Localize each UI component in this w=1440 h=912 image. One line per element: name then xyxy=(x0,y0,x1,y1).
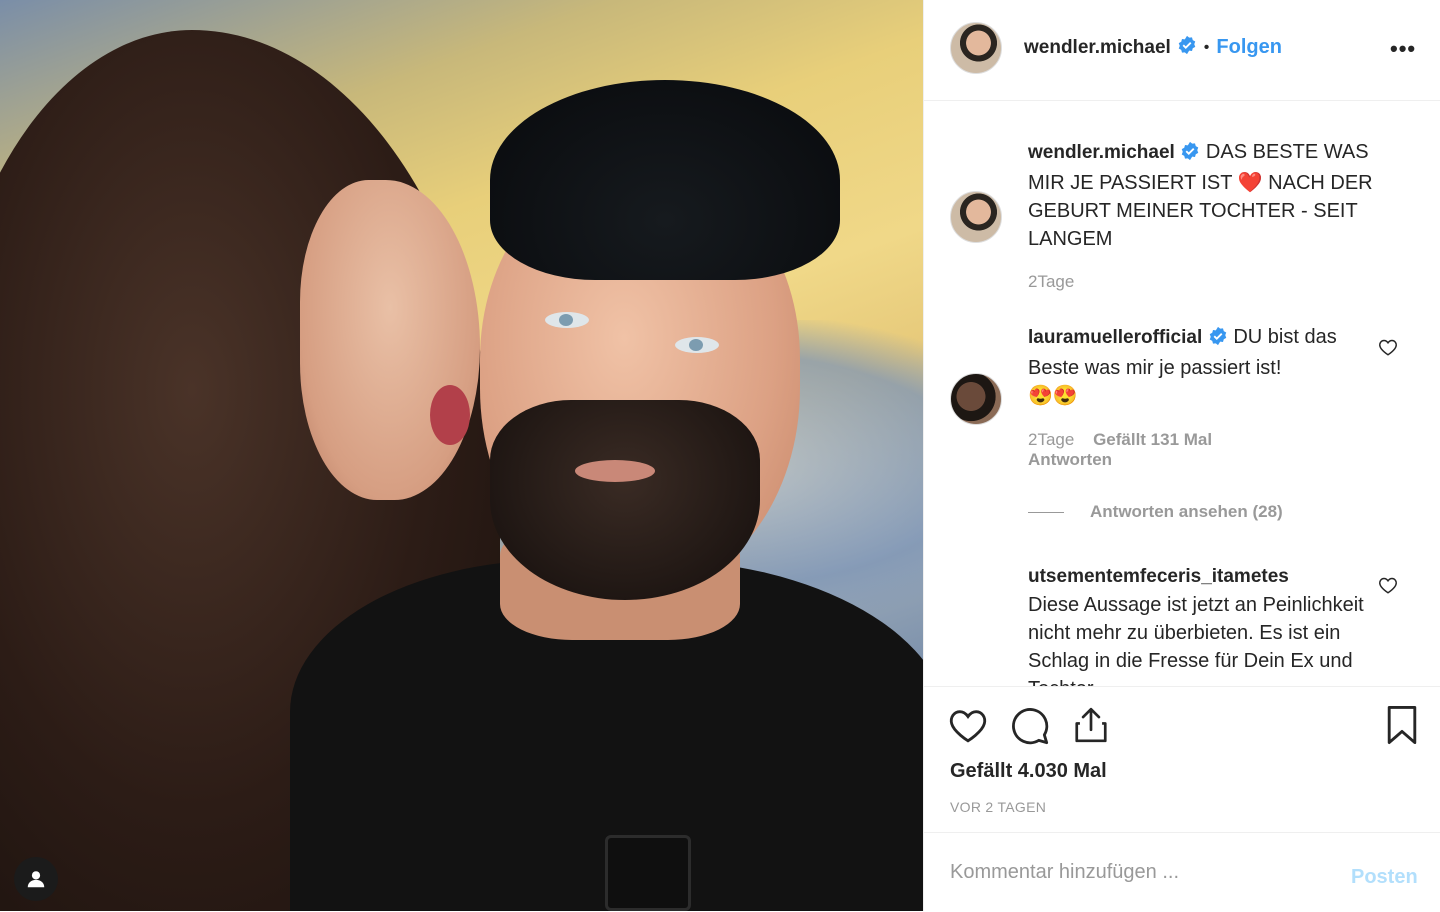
caption-age[interactable]: 2Tage xyxy=(1028,272,1074,292)
comment-item: utsementemfeceris_itametes Diese Aussage… xyxy=(1028,562,1383,686)
verified-badge-icon xyxy=(1177,35,1197,60)
more-options-icon[interactable]: ••• xyxy=(1390,36,1416,62)
photo-woman-lips xyxy=(430,385,470,445)
comment-likes[interactable]: Gefällt 131 Mal xyxy=(1093,430,1212,449)
photo-man-eye-left xyxy=(545,312,589,328)
comment-text: Diese Aussage ist jetzt an Peinlichkeit … xyxy=(1028,594,1364,686)
user-icon xyxy=(27,871,45,888)
comment-item: lauramuellerofficial DU bist das Beste w… xyxy=(1028,323,1383,410)
replies-divider xyxy=(1028,511,1064,513)
header-separator: • xyxy=(1203,38,1210,56)
photo-man-eye-right xyxy=(675,337,719,353)
photo-man-mouth xyxy=(575,460,655,482)
post-comment-button[interactable]: Posten xyxy=(1351,866,1418,889)
post-actions: Gefällt 4.030 Mal VOR 2 TAGEN xyxy=(924,686,1440,833)
comments-list[interactable]: wendler.michael DAS BESTE WAS MIR JE PAS… xyxy=(924,101,1440,686)
author-avatar[interactable] xyxy=(950,22,1002,74)
reply-button[interactable]: Antworten xyxy=(1028,450,1112,469)
comment-bubble-icon[interactable] xyxy=(1010,706,1050,746)
save-bookmark-icon[interactable] xyxy=(1386,705,1418,745)
heart-emoji: ❤️ xyxy=(1237,172,1263,194)
photo-man-beard xyxy=(490,400,760,600)
comment-username[interactable]: lauramuellerofficial xyxy=(1028,327,1202,348)
comment-like-heart-icon[interactable] xyxy=(1378,338,1398,356)
verified-badge-icon xyxy=(1180,141,1200,169)
comment-like-heart-icon[interactable] xyxy=(1378,576,1398,594)
share-icon[interactable] xyxy=(1072,705,1110,745)
tagged-users-button[interactable] xyxy=(14,857,58,901)
author-line: wendler.michael • Folgen xyxy=(1024,35,1282,60)
caption: wendler.michael DAS BESTE WAS MIR JE PAS… xyxy=(1028,138,1383,253)
comment-age[interactable]: 2Tage xyxy=(1028,430,1074,449)
post-header: wendler.michael • Folgen ••• xyxy=(924,0,1440,101)
view-replies-label: Antworten ansehen (28) xyxy=(1090,502,1283,521)
author-username[interactable]: wendler.michael xyxy=(1024,37,1171,59)
view-replies-button[interactable]: Antworten ansehen (28) xyxy=(1028,502,1283,522)
caption-avatar[interactable] xyxy=(950,191,1002,243)
like-heart-icon[interactable] xyxy=(948,706,988,744)
photo-woman-face xyxy=(300,180,480,500)
post-timestamp[interactable]: VOR 2 TAGEN xyxy=(950,799,1046,815)
likes-count[interactable]: Gefällt 4.030 Mal xyxy=(950,760,1107,783)
post-photo[interactable] xyxy=(0,0,923,911)
comment-username[interactable]: utsementemfeceris_itametes xyxy=(1028,566,1289,587)
photo-shirt-badge xyxy=(605,835,691,911)
comment-avatar[interactable] xyxy=(950,373,1002,425)
caption-username[interactable]: wendler.michael xyxy=(1028,142,1175,163)
comment-meta: 2Tage Gefällt 131 Mal Antworten xyxy=(1028,430,1212,470)
photo-man-hair xyxy=(490,80,840,280)
comment-input[interactable] xyxy=(950,861,1330,884)
comment-emoji: 😍😍 xyxy=(1028,385,1078,407)
verified-badge-icon xyxy=(1208,326,1228,354)
post-side-panel: wendler.michael • Folgen ••• wendler.mic… xyxy=(923,0,1440,911)
comment-composer: Posten xyxy=(924,832,1440,912)
follow-button[interactable]: Folgen xyxy=(1216,36,1282,59)
